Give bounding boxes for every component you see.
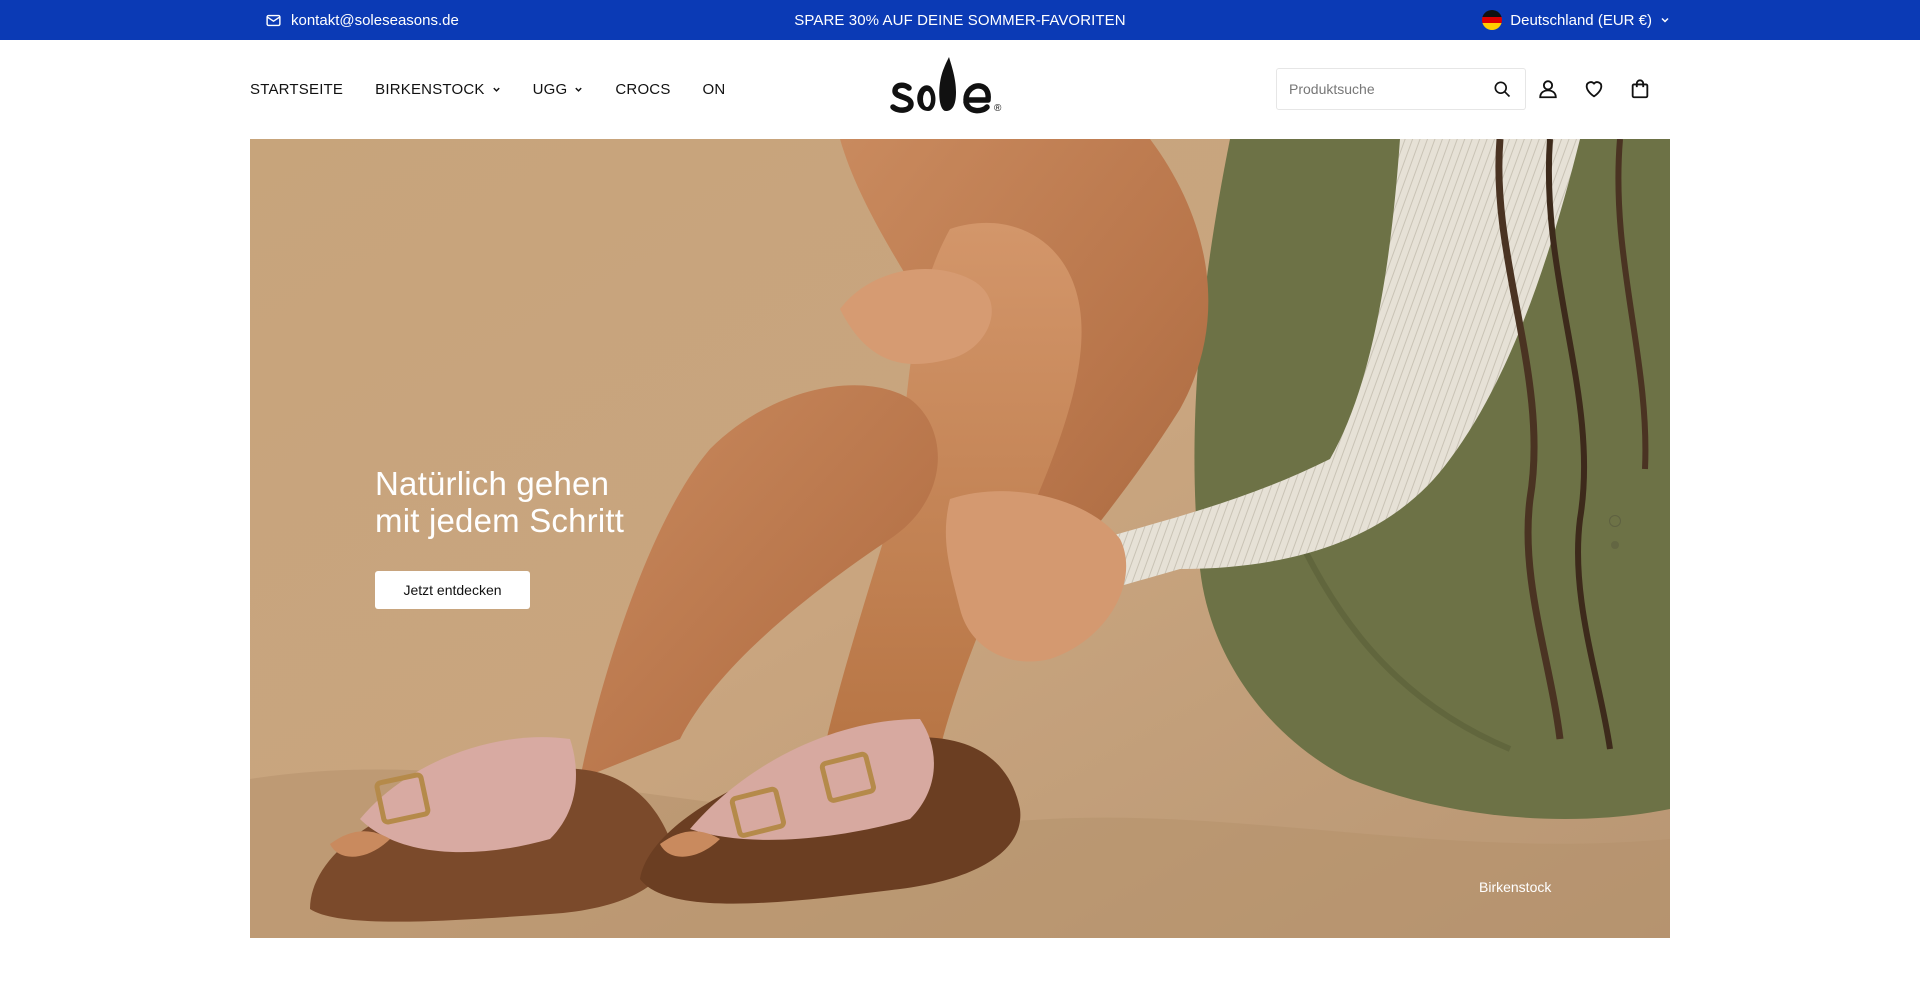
country-selector-label: Deutschland (EUR €) xyxy=(1510,11,1652,29)
logo-registered-mark: ® xyxy=(994,103,1002,114)
nav-item-birkenstock[interactable]: BIRKENSTOCK xyxy=(375,81,500,98)
account-icon xyxy=(1539,80,1557,99)
hero-caption: Birkenstock xyxy=(1479,879,1552,895)
hero-banner: Natürlich gehen mit jedem Schritt Jetzt … xyxy=(250,139,1670,938)
wishlist-button[interactable] xyxy=(1582,77,1606,101)
cart-button[interactable] xyxy=(1628,77,1652,101)
nav-item-label: ON xyxy=(702,81,726,98)
hero-title-line2: mit jedem Schritt xyxy=(375,502,625,539)
hero-cta-button[interactable]: Jetzt entdecken xyxy=(375,571,530,609)
search-icon xyxy=(1494,81,1511,98)
nav-item-startseite[interactable]: STARTSEITE xyxy=(250,81,343,98)
hero-title: Natürlich gehen mit jedem Schritt xyxy=(375,465,624,539)
nav-item-label: UGG xyxy=(532,81,568,98)
header-icons xyxy=(1536,68,1652,110)
country-selector[interactable]: Deutschland (EUR €) xyxy=(1482,0,1670,40)
nav-item-label: BIRKENSTOCK xyxy=(375,81,485,98)
nav-item-ugg[interactable]: UGG xyxy=(533,81,584,98)
chevron-down-icon xyxy=(492,87,500,92)
nav-item-label: CROCS xyxy=(615,81,671,98)
chevron-down-icon xyxy=(575,87,583,92)
nav-item-on[interactable]: ON xyxy=(703,81,726,98)
hero-title-line1: Natürlich gehen xyxy=(375,465,610,502)
hero-text-block: Natürlich gehen mit jedem Schritt Jetzt … xyxy=(375,465,624,609)
search-input[interactable] xyxy=(1289,81,1491,97)
chevron-down-icon xyxy=(1661,17,1669,23)
slider-dot-1[interactable] xyxy=(1609,515,1621,527)
slider-dots xyxy=(1609,515,1621,549)
search-button[interactable] xyxy=(1491,78,1513,100)
wishlist-heart-icon xyxy=(1585,81,1603,98)
announcement-bar: kontakt@soleseasons.de SPARE 30% AUF DEI… xyxy=(0,0,1920,40)
nav-item-crocs[interactable]: CROCS xyxy=(615,81,670,98)
search-box xyxy=(1276,68,1526,110)
main-nav: STARTSEITE BIRKENSTOCK UGG CROCS ON xyxy=(250,40,725,139)
sole-logo[interactable]: ® xyxy=(890,54,1030,114)
account-button[interactable] xyxy=(1536,77,1560,101)
slider-dot-2[interactable] xyxy=(1611,541,1619,549)
germany-flag-icon xyxy=(1482,10,1503,30)
nav-item-label: STARTSEITE xyxy=(250,81,344,98)
cart-bag-icon xyxy=(1631,79,1649,99)
site-header: STARTSEITE BIRKENSTOCK UGG CROCS ON ® xyxy=(0,40,1920,139)
